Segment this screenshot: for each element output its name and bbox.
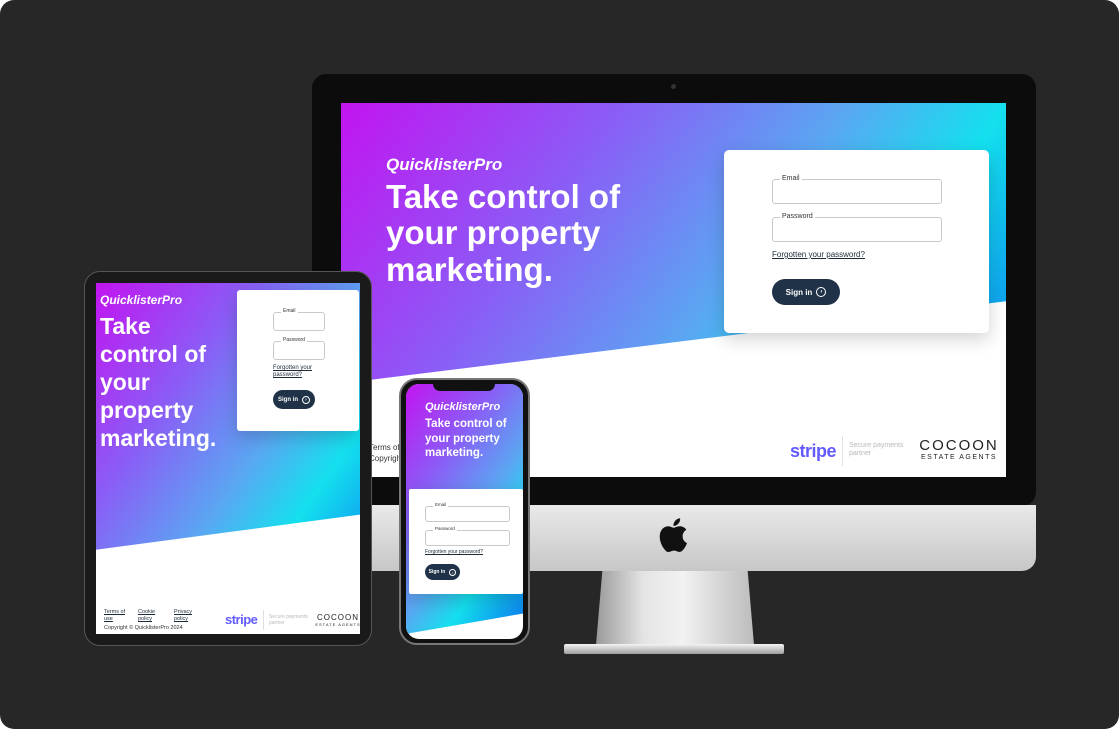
monitor-camera xyxy=(671,84,676,89)
phone-forgot-password-link[interactable]: Forgotten your password? xyxy=(425,549,483,555)
device-mockup-stage: QuicklisterPro Take control of your prop… xyxy=(0,0,1119,729)
login-card: Email Password Forgotten your password? … xyxy=(724,150,989,333)
email-field[interactable]: Email xyxy=(772,175,942,204)
tablet-forgot-password-link[interactable]: Forgotten your password? xyxy=(273,365,318,379)
tablet-login-card: Email Password Forgotten your password? … xyxy=(237,290,359,431)
tablet-cocoon-logo: COCOON ESTATE AGENTS xyxy=(314,613,360,627)
cocoon-name: COCOON xyxy=(919,437,999,454)
phone-password-label: Password xyxy=(433,526,457,531)
phone-email-field[interactable]: Email xyxy=(425,502,510,522)
brand-logo: QuicklisterPro xyxy=(386,155,503,174)
tablet-sign-in-button[interactable]: Sign in › xyxy=(273,390,315,409)
tablet-password-label: Password xyxy=(281,337,307,343)
phone-hero-heading: Take control of your property marketing. xyxy=(425,418,507,460)
phone-sign-in-button[interactable]: Sign in › xyxy=(425,564,460,580)
phone-arrow-circle-right-icon: › xyxy=(449,568,457,576)
monitor-stand-base xyxy=(564,644,784,654)
apple-logo-icon xyxy=(659,518,687,553)
tablet-cocoon-subtitle: ESTATE AGENTS xyxy=(315,622,360,627)
tablet-brand-logo: QuicklisterPro xyxy=(100,293,183,307)
phone-notch xyxy=(433,382,495,391)
tablet-cocoon-name: COCOON xyxy=(317,613,359,622)
tablet-secure-payments-text: Secure payments partner xyxy=(269,614,308,626)
partner-divider xyxy=(842,436,843,466)
phone-brand-logo: QuicklisterPro xyxy=(425,401,501,413)
forgot-password-link[interactable]: Forgotten your password? xyxy=(772,250,865,259)
arrow-circle-right-icon: › xyxy=(816,287,827,297)
tablet-email-label: Email xyxy=(281,308,298,314)
password-field[interactable]: Password xyxy=(772,213,942,242)
phone-sign-in-label: Sign in xyxy=(428,569,446,575)
email-label: Email xyxy=(780,175,802,182)
phone-password-field[interactable]: Password xyxy=(425,526,510,546)
secure-payments-text: Secure payments partner xyxy=(849,442,904,458)
monitor-stand-neck xyxy=(596,571,754,645)
footer-copyright-partial: Copyrigh xyxy=(369,454,402,463)
cocoon-subtitle: ESTATE AGENTS xyxy=(920,454,998,461)
tablet-email-field[interactable]: Email xyxy=(273,308,325,331)
tablet-hero-heading: Take control of your property marketing. xyxy=(100,313,217,452)
tablet-cookie-link[interactable]: Cookie policy xyxy=(138,609,164,623)
tablet-privacy-link[interactable]: Privacy policy xyxy=(174,609,200,623)
sign-in-label: Sign in xyxy=(785,287,813,297)
phone-screen: QuicklisterPro Take control of your prop… xyxy=(406,384,523,639)
tablet-password-field[interactable]: Password xyxy=(273,337,325,360)
tablet-terms-link[interactable]: Terms of use xyxy=(104,609,130,623)
tablet-sign-in-label: Sign in xyxy=(278,396,298,403)
tablet-arrow-circle-right-icon: › xyxy=(302,395,310,404)
phone-login-card: Email Password Forgotten your password? … xyxy=(409,489,523,594)
footer-terms-partial[interactable]: Terms of xyxy=(369,443,400,452)
password-label: Password xyxy=(780,213,815,220)
tablet-partner-divider xyxy=(263,610,264,630)
cocoon-logo: COCOON ESTATE AGENTS xyxy=(913,437,1005,461)
phone-email-label: Email xyxy=(433,502,449,507)
tablet-screen: QuicklisterPro Take control of your prop… xyxy=(96,283,360,634)
tablet-copyright: Copyright © QuicklisterPro 2024 xyxy=(104,625,183,631)
stripe-logo: stripe xyxy=(790,441,837,461)
tablet-stripe-logo: stripe xyxy=(225,612,258,627)
sign-in-button[interactable]: Sign in › xyxy=(772,279,840,305)
hero-heading: Take control of your property marketing. xyxy=(386,178,621,288)
